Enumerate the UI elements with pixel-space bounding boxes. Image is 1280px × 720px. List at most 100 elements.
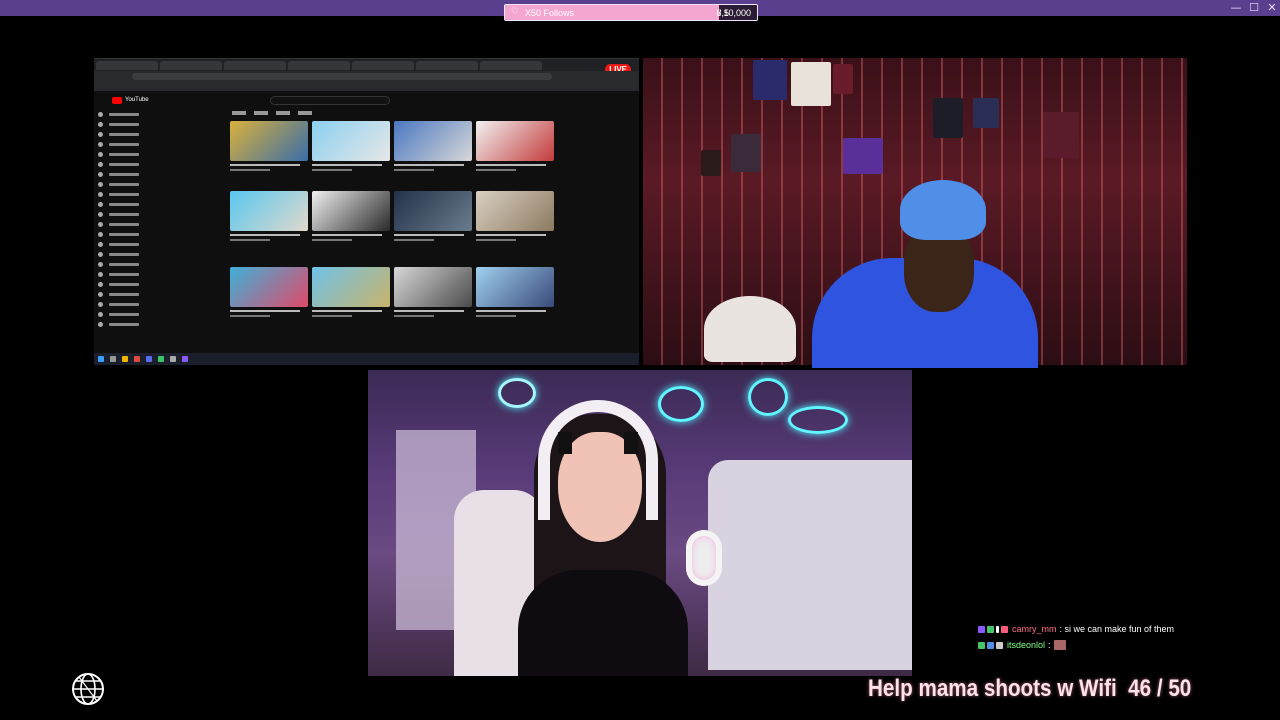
- chat-emote-icon: [1053, 640, 1066, 650]
- wall-poster: [731, 134, 761, 172]
- neon-squiggle: [788, 406, 848, 434]
- youtube-brand: YouTube: [125, 97, 149, 103]
- sidebar-item[interactable]: [94, 239, 154, 249]
- browser-tab[interactable]: [96, 61, 158, 70]
- start-icon[interactable]: [98, 356, 104, 362]
- wall-poster: [753, 60, 787, 100]
- plush-toy: [843, 138, 883, 174]
- sidebar-item[interactable]: [94, 159, 154, 169]
- browser-address-bar: [94, 71, 639, 82]
- sidebar-item[interactable]: [94, 219, 154, 229]
- chat-overlay: camry_mm : si we can make fun of them it…: [978, 621, 1218, 653]
- video-card[interactable]: [230, 191, 308, 241]
- tab-shorts[interactable]: [276, 111, 290, 115]
- chat-badge-icon: [996, 625, 999, 633]
- sidebar-item[interactable]: [94, 129, 154, 139]
- chat-badge-icon: [987, 625, 994, 633]
- sidebar-item[interactable]: [94, 179, 154, 189]
- follow-goal-label: X50 Follows: [525, 8, 575, 18]
- sidebar-item[interactable]: [94, 189, 154, 199]
- video-card[interactable]: [476, 267, 554, 317]
- cat-ear: [624, 432, 638, 454]
- tab-home[interactable]: [232, 111, 246, 115]
- sidebar-item[interactable]: [94, 149, 154, 159]
- sidebar-item[interactable]: [94, 109, 154, 119]
- taskbar-app-icon[interactable]: [146, 356, 152, 362]
- taskbar-app-icon[interactable]: [170, 356, 176, 362]
- taskbar-app-icon[interactable]: [182, 356, 188, 362]
- neon-heart: [658, 386, 704, 422]
- bed: [708, 460, 912, 670]
- chat-badge-icon: [978, 641, 985, 649]
- video-card[interactable]: [230, 267, 308, 317]
- chat-badge-icon: [978, 625, 985, 633]
- heart-icon: ♡: [511, 7, 520, 17]
- minimize-icon[interactable]: —: [1228, 1, 1244, 15]
- sidebar-item[interactable]: [94, 289, 154, 299]
- sidebar-item[interactable]: [94, 279, 154, 289]
- cat-ear: [558, 432, 572, 454]
- globe-icon: [72, 673, 104, 705]
- video-card[interactable]: [476, 121, 554, 171]
- stream-goal-text: Help mama shoots w Wifi 46 / 50: [868, 675, 1195, 703]
- video-card[interactable]: [394, 267, 472, 317]
- video-card[interactable]: [230, 121, 308, 171]
- browser-tab[interactable]: [288, 61, 350, 70]
- taskbar-app-icon[interactable]: [158, 356, 164, 362]
- browser-tab[interactable]: [224, 61, 286, 70]
- chat-username[interactable]: itsdeonlol: [1007, 640, 1045, 650]
- chat-badge-icon: [1001, 625, 1008, 633]
- stream-goal-progress: 46 / 50: [1128, 675, 1192, 702]
- chat-message: camry_mm : si we can make fun of them: [978, 621, 1218, 637]
- chat-message: itsdeonlol :: [978, 637, 1218, 653]
- video-card[interactable]: [312, 267, 390, 317]
- browser-tab[interactable]: [416, 61, 478, 70]
- browser-tab[interactable]: [160, 61, 222, 70]
- sidebar-item[interactable]: [94, 169, 154, 179]
- sidebar-item[interactable]: [94, 119, 154, 129]
- video-card[interactable]: [312, 191, 390, 241]
- tab-posts[interactable]: [298, 111, 312, 115]
- maximize-icon[interactable]: ☐: [1246, 1, 1262, 15]
- wall-poster: [833, 64, 853, 94]
- youtube-header: YouTube: [94, 93, 639, 107]
- headset: [538, 400, 658, 520]
- channel-tabs: [232, 111, 312, 119]
- follow-goal-bar: ♡ X50 Follows 8,5 / 10,000: [504, 4, 758, 21]
- sidebar-item[interactable]: [94, 229, 154, 239]
- video-card[interactable]: [312, 121, 390, 171]
- youtube-sidebar: [94, 109, 154, 351]
- taskbar-app-icon[interactable]: [110, 356, 116, 362]
- sidebar-item[interactable]: [94, 209, 154, 219]
- bookmarks-bar: [94, 82, 639, 92]
- sidebar-item[interactable]: [94, 299, 154, 309]
- chat-username[interactable]: camry_mm: [1012, 624, 1057, 634]
- wall-poster: [791, 62, 831, 106]
- tab-videos[interactable]: [254, 111, 268, 115]
- sidebar-item[interactable]: [94, 319, 154, 329]
- follow-goal-target: / 10,000: [718, 8, 751, 18]
- stream-goal-title: Help mama shoots w Wifi: [868, 675, 1117, 702]
- close-icon[interactable]: ✕: [1264, 1, 1280, 15]
- sidebar-item[interactable]: [94, 269, 154, 279]
- wall-poster: [933, 98, 963, 138]
- sidebar-item[interactable]: [94, 249, 154, 259]
- video-card[interactable]: [476, 191, 554, 241]
- sidebar-item[interactable]: [94, 139, 154, 149]
- chat-text: : si we can make fun of them: [1059, 624, 1175, 634]
- taskbar-app-icon[interactable]: [122, 356, 128, 362]
- youtube-search-input[interactable]: [270, 96, 390, 105]
- sidebar-item[interactable]: [94, 309, 154, 319]
- browser-tab[interactable]: [352, 61, 414, 70]
- sidebar-item[interactable]: [94, 259, 154, 269]
- video-card[interactable]: [394, 121, 472, 171]
- neon-heart: [748, 378, 788, 416]
- sidebar-item[interactable]: [94, 199, 154, 209]
- youtube-logo-icon[interactable]: [112, 97, 122, 104]
- taskbar-app-icon[interactable]: [134, 356, 140, 362]
- microphone: [686, 530, 722, 586]
- video-card[interactable]: [394, 191, 472, 241]
- browser-tab[interactable]: [480, 61, 542, 70]
- wall-poster: [973, 98, 999, 128]
- url-input[interactable]: [132, 73, 552, 80]
